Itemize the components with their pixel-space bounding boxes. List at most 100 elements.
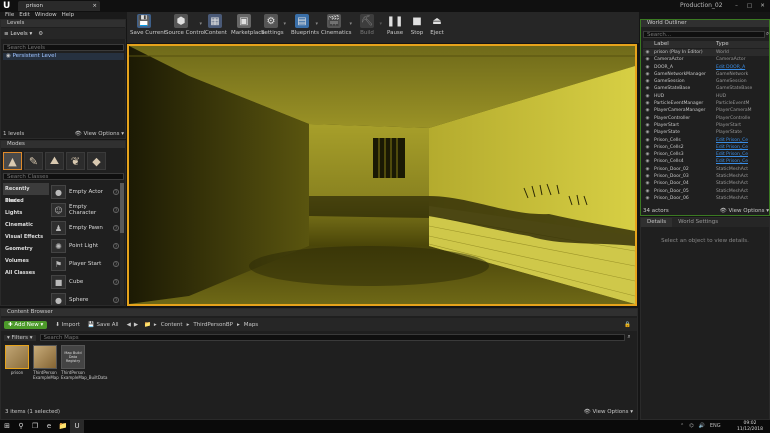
column-type[interactable]: Type (716, 41, 768, 48)
clock[interactable]: 09:02 11/12/2018 (735, 420, 765, 433)
blueprints-button[interactable]: ▤ Blueprints ▾ (291, 14, 319, 42)
levels-menu-button[interactable]: ≡ Levels ▾ (4, 31, 32, 37)
table-row[interactable]: ◉ Prison_Door_02 StaticMeshAct (643, 166, 769, 173)
eye-icon[interactable]: ◉ (643, 158, 652, 165)
tab-details[interactable]: Details (641, 218, 673, 227)
eye-icon[interactable]: ◉ (643, 100, 652, 107)
menu-help[interactable]: Help (62, 12, 75, 19)
table-row[interactable]: ◉ PlayerController PlayerControlle (643, 115, 769, 122)
help-icon[interactable]: ? (113, 225, 119, 231)
table-row[interactable]: ◉ Prison_Cells Edit Prison_Ce (643, 137, 769, 144)
eye-icon[interactable]: ◉ (643, 49, 652, 56)
place-item-empty-pawn[interactable]: ♟ Empty Pawn? (51, 219, 119, 237)
outliner-search-input[interactable]: Search... (643, 31, 765, 38)
place-item-cube[interactable]: ■ Cube? (51, 273, 119, 291)
eye-icon[interactable]: ◉ (643, 173, 652, 180)
table-row[interactable]: ◉ ParticleEventManager ParticleEventM (643, 100, 769, 107)
stop-button[interactable]: ■ Stop (409, 14, 425, 42)
eye-icon[interactable]: ◉ (643, 56, 652, 63)
pause-button[interactable]: ❚❚ Pause (387, 14, 404, 42)
table-row[interactable]: ◉ GameNetworkManager GameNetwork (643, 71, 769, 78)
table-row[interactable]: ◉ GameStateBase GameStateBase (643, 85, 769, 92)
build-button[interactable]: ⛏ Build ▾ (357, 14, 382, 42)
asset-thirdperson-examplemap[interactable]: ThirdPerson ExampleMap (33, 345, 59, 380)
table-row[interactable]: ◉ HUD HUD (643, 93, 769, 100)
table-row[interactable]: ◉ CameraActor CameraActor (643, 56, 769, 63)
content-view-options[interactable]: 👁 View Options ▾ (584, 408, 633, 417)
chevron-down-icon[interactable]: ▾ (283, 21, 286, 27)
world-outliner-tab[interactable]: World Outliner (641, 20, 769, 27)
outliner-view-options[interactable]: 👁 View Options ▾ (720, 207, 769, 215)
eye-icon[interactable]: ◉ (643, 151, 652, 158)
marketplace-button[interactable]: ▣ Marketplace (231, 14, 265, 42)
help-icon[interactable]: ? (113, 279, 119, 285)
table-row[interactable]: ◉ prison (Play In Editor) World (643, 49, 769, 57)
eye-icon[interactable]: ◉ (643, 115, 652, 122)
nav-back-icon[interactable]: ◀ (127, 322, 131, 328)
category-all-classes[interactable]: All Classes (3, 267, 49, 279)
table-row[interactable]: ◉ Prison_Door_04 StaticMeshAct (643, 180, 769, 187)
level-viewport[interactable] (127, 44, 637, 306)
help-icon[interactable]: ? (113, 207, 119, 213)
eye-icon[interactable]: ◉ (643, 144, 652, 151)
maximize-button[interactable]: □ (743, 0, 756, 12)
category-basic[interactable]: Basic (3, 195, 49, 207)
chevron-down-icon[interactable]: ▾ (349, 21, 352, 27)
add-new-button[interactable]: ✚ Add New ▾ (4, 320, 48, 329)
path-content[interactable]: Content (161, 322, 183, 328)
chevron-up-icon[interactable]: ⌃ (680, 420, 684, 433)
geometry-mode-icon[interactable]: ◆ (87, 152, 106, 170)
table-row[interactable]: ◉ PlayerCameraManager PlayerCameraM (643, 107, 769, 114)
table-row[interactable]: ◉ Prison_Cells2 Edit Prison_Ce (643, 144, 769, 151)
eye-icon[interactable]: ◉ (643, 85, 652, 92)
place-item-player-start[interactable]: ⚑ Player Start? (51, 255, 119, 273)
eye-icon[interactable]: ◉ (643, 64, 652, 71)
help-icon[interactable]: ? (113, 243, 119, 249)
category-volumes[interactable]: Volumes (3, 255, 49, 267)
close-tab-icon[interactable]: × (92, 1, 97, 11)
unreal-taskbar-icon[interactable]: U (70, 420, 84, 433)
category-visual-effects[interactable]: Visual Effects (3, 231, 49, 243)
minimize-button[interactable]: – (730, 0, 743, 12)
modes-tab[interactable]: Modes (1, 141, 125, 148)
table-row[interactable]: ◉ PlayerState PlayerState (643, 129, 769, 136)
import-button[interactable]: ⬇ Import (55, 322, 80, 328)
levels-view-options[interactable]: 👁 View Options ▾ (75, 130, 124, 138)
eye-icon[interactable]: ◉ (643, 166, 652, 173)
document-tab[interactable]: prison × (18, 1, 100, 11)
help-icon[interactable]: ? (113, 297, 119, 303)
foliage-mode-icon[interactable]: ❦ (66, 152, 85, 170)
cinematics-button[interactable]: 🎬 Cinematics ▾ (321, 14, 352, 42)
eye-icon[interactable]: ◉ (643, 93, 652, 100)
eye-icon[interactable]: ◉ (643, 188, 652, 195)
menu-edit[interactable]: Edit (19, 12, 30, 19)
place-item-empty-character[interactable]: ☺ Empty Character? (51, 201, 119, 219)
table-row[interactable]: ◉ Prison_Door_05 StaticMeshAct (643, 188, 769, 195)
eye-icon[interactable]: ◉ (643, 137, 652, 144)
category-geometry[interactable]: Geometry (3, 243, 49, 255)
path-thirdpersonbp[interactable]: ThirdPersonBP (193, 322, 233, 328)
column-label[interactable]: Label (652, 41, 716, 48)
settings-button[interactable]: ⚙ Settings ▾ (261, 14, 286, 42)
eye-icon[interactable]: ◉ (643, 195, 652, 202)
eject-button[interactable]: ⏏ Eject (429, 14, 445, 42)
search-icon[interactable]: ⚲ (14, 420, 28, 433)
volume-icon[interactable]: 🔊 (699, 420, 705, 433)
eye-icon[interactable]: ◉ (643, 180, 652, 187)
language-indicator[interactable]: ENG (710, 420, 721, 433)
network-icon[interactable]: ⌬ (689, 420, 693, 433)
persistent-level-row[interactable]: ◉ Persistent Level (3, 53, 124, 60)
place-item-point-light[interactable]: ✺ Point Light? (51, 237, 119, 255)
task-view-icon[interactable]: ❐ (28, 420, 42, 433)
file-explorer-icon[interactable]: 📁 (56, 420, 70, 433)
table-row[interactable]: ◉ Prison_Cells3 Edit Prison_Ce (643, 151, 769, 158)
category-cinematic[interactable]: Cinematic (3, 219, 49, 231)
save-current-button[interactable]: 💾 Save Current (130, 14, 166, 42)
close-window-button[interactable]: ✕ (756, 0, 769, 12)
levels-settings-icon[interactable]: ⚙ (38, 31, 43, 37)
help-icon[interactable]: ? (113, 189, 119, 195)
table-row[interactable]: ◉ PlayerStart PlayerStart (643, 122, 769, 129)
eye-icon[interactable]: ◉ (643, 129, 652, 136)
table-row[interactable]: ◉ Prison_Door_06 StaticMeshAct (643, 195, 769, 202)
place-item-sphere[interactable]: ● Sphere? (51, 291, 119, 305)
